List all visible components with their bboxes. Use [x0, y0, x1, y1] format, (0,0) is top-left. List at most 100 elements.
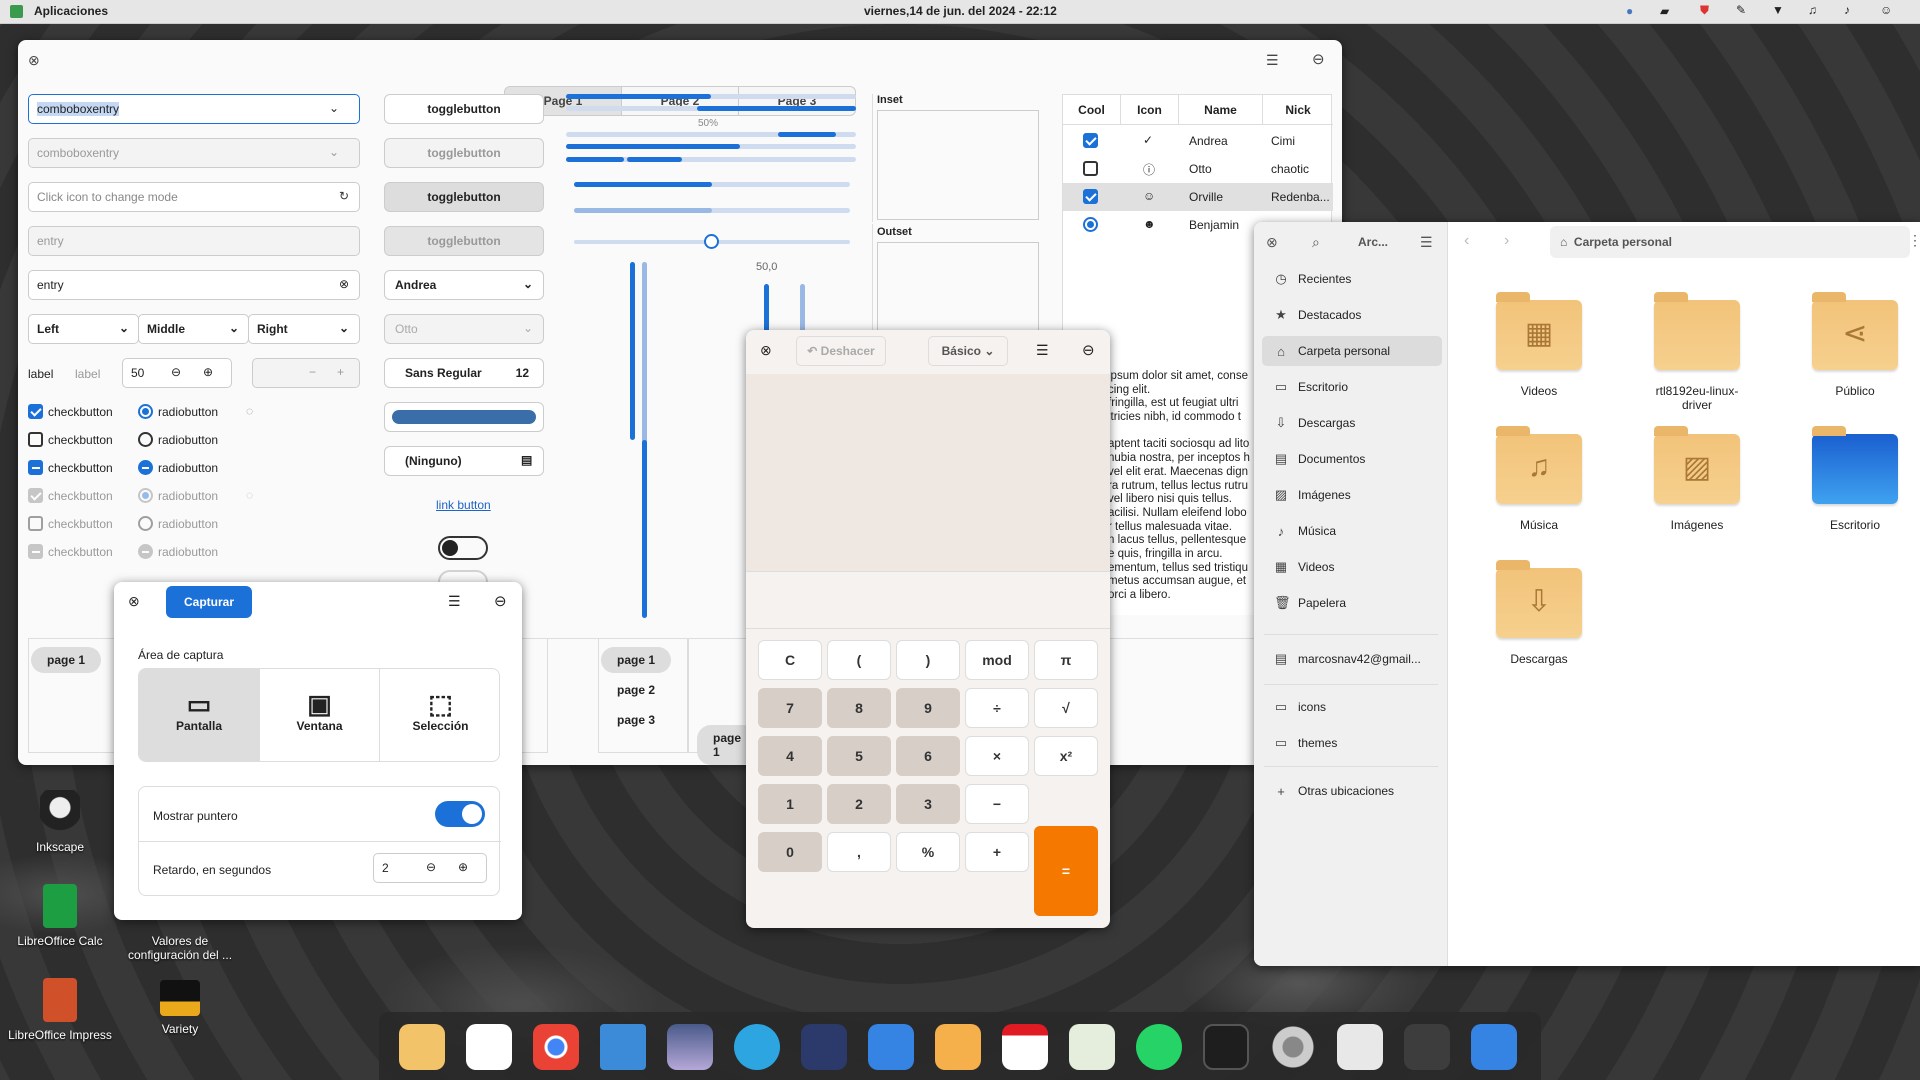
togglebutton-3[interactable]: togglebutton [384, 182, 544, 212]
tab-page-2[interactable]: Page 2 [621, 86, 739, 116]
calendar-dock-icon[interactable] [1002, 1024, 1048, 1070]
radiobutton-2[interactable]: radiobutton [138, 432, 218, 447]
folder-item[interactable]: ▨ Imágenes [1654, 426, 1740, 532]
close-icon[interactable]: ⊗ [1266, 234, 1278, 251]
calc-key[interactable]: + [965, 832, 1029, 872]
close-icon[interactable]: ⊗ [28, 52, 40, 69]
sidebar-item-other-locations[interactable]: + Otras ubicaciones [1262, 776, 1442, 806]
chrome-dock-icon[interactable] [533, 1024, 579, 1070]
radio-icon[interactable] [138, 460, 153, 475]
switch-off[interactable] [438, 536, 488, 560]
check-icon[interactable] [28, 460, 43, 475]
sidebar-item[interactable]: ▨ Imágenes [1262, 480, 1442, 510]
sidebar-item[interactable]: ▭ Escritorio [1262, 372, 1442, 402]
sidebar-item[interactable]: ♪ Música [1262, 516, 1442, 546]
check-icon[interactable] [1083, 189, 1098, 205]
tree-row[interactable]: ✓ Andrea Cimi [1063, 127, 1333, 155]
sidebar-item[interactable]: ⌂ Carpeta personal [1262, 336, 1442, 366]
clear-icon[interactable]: ⊗ [339, 277, 349, 291]
tray-globe-icon[interactable]: ● [1626, 4, 1633, 18]
calc-key[interactable]: 8 [827, 688, 891, 728]
plus-icon[interactable]: ⊕ [458, 860, 468, 874]
calc-key[interactable]: √ [1034, 688, 1098, 728]
vscale-3[interactable] [764, 284, 769, 334]
calc-key[interactable]: 3 [896, 784, 960, 824]
software-dock-icon[interactable] [466, 1024, 512, 1070]
combo-andrea[interactable]: Andrea ⌄ [384, 270, 544, 300]
desktop-icon-variety[interactable]: Variety [120, 980, 240, 1036]
vscale-2[interactable] [642, 262, 647, 618]
sidebar-item[interactable]: 🗑 Papelera [1262, 588, 1442, 618]
path-bar[interactable]: ⌂ Carpeta personal [1550, 226, 1910, 258]
bell-icon[interactable]: ♫ [1808, 3, 1817, 17]
apps-menu[interactable]: Aplicaciones [34, 4, 108, 18]
file-chooser-button[interactable]: (Ninguno) ▤ [384, 446, 544, 476]
minus-icon[interactable]: ⊖ [171, 365, 181, 379]
folder-item[interactable]: ⋖ Público [1812, 292, 1898, 398]
menu-icon[interactable]: ☰ [448, 593, 461, 610]
image-viewer-dock-icon[interactable] [667, 1024, 713, 1070]
refresh-icon[interactable]: ↻ [339, 189, 349, 203]
notebook-tab[interactable]: page 2 [601, 677, 671, 703]
mode-entry[interactable]: Click icon to change mode ↻ [28, 182, 360, 212]
sidebar-item-themes[interactable]: ▭ themes [1262, 728, 1442, 758]
tray-picker-icon[interactable]: ✎ [1736, 3, 1746, 17]
sidebar-item-account[interactable]: ▤ marcosnav42@gmail... [1262, 644, 1442, 674]
togglebutton-1[interactable]: togglebutton [384, 94, 544, 124]
desktop-icon-calc[interactable]: LibreOffice Calc [0, 884, 120, 948]
folder-item[interactable]: ⇩ Descargas [1496, 560, 1582, 666]
desktop-icon-settings[interactable]: Valores de configuración del ... [120, 934, 240, 962]
wifi-icon[interactable]: ▼ [1772, 3, 1784, 17]
calc-key[interactable]: 2 [827, 784, 891, 824]
minimize-icon[interactable]: ⊖ [1312, 50, 1325, 68]
search-icon[interactable]: ⌕ [1312, 234, 1320, 251]
scale-knob[interactable] [704, 234, 719, 249]
plus-icon[interactable]: ⊕ [203, 365, 213, 379]
check-icon[interactable] [1083, 133, 1098, 149]
delay-spin[interactable]: 2 ⊖ ⊕ [373, 853, 487, 883]
tray-shield-icon[interactable]: ⛊ [1700, 3, 1709, 18]
notebook-tab[interactable]: page 3 [601, 707, 671, 733]
desktop-icon-impress[interactable]: LibreOffice Impress [0, 978, 120, 1042]
scale-3[interactable] [574, 234, 850, 249]
minimize-icon[interactable]: ⊖ [1082, 341, 1095, 359]
mode-selector[interactable]: Básico ⌄ [928, 336, 1008, 366]
sidebar-item[interactable]: ◷ Recientes [1262, 264, 1442, 294]
radiobutton-3[interactable]: radiobutton [138, 460, 218, 475]
sidebar-item[interactable]: ▤ Documentos [1262, 444, 1442, 474]
clock[interactable]: viernes,14 de jun. del 2024 - 22:12 [864, 4, 1057, 18]
user-icon[interactable]: ☺ [1880, 3, 1892, 17]
close-icon[interactable]: ⊗ [760, 342, 772, 359]
folder-item[interactable]: ▦ Videos [1496, 292, 1582, 398]
calc-key[interactable]: ÷ [965, 688, 1029, 728]
calc-key[interactable]: , [827, 832, 891, 872]
notebook-tab[interactable]: page 1 [601, 647, 672, 673]
desktop-icon-inkscape[interactable]: Inkscape [0, 790, 120, 854]
sidebar-item[interactable]: ★ Destacados [1262, 300, 1442, 330]
settings-dock-icon[interactable] [1270, 1024, 1316, 1070]
calc-key[interactable]: ) [896, 640, 960, 680]
tweaks-dock-icon[interactable] [1337, 1024, 1383, 1070]
video-dock-icon[interactable] [801, 1024, 847, 1070]
tree-header-cool[interactable]: Cool [1063, 95, 1121, 125]
calc-key[interactable]: π [1034, 640, 1098, 680]
calc-key[interactable]: 1 [758, 784, 822, 824]
tree-header-name[interactable]: Name [1179, 95, 1263, 125]
menu-icon[interactable]: ☰ [1036, 342, 1049, 359]
mode-window[interactable]: ▣ Ventana [259, 669, 379, 761]
segment-left[interactable]: Left ⌄ [28, 314, 139, 344]
tree-header-nick[interactable]: Nick [1263, 95, 1333, 125]
telegram-dock-icon[interactable] [734, 1024, 780, 1070]
color-button[interactable] [384, 402, 544, 432]
comboboxentry-1[interactable]: comboboxentry ⌄ [28, 94, 360, 124]
entry-clearable[interactable]: entry ⊗ [28, 270, 360, 300]
mail-dock-icon[interactable] [935, 1024, 981, 1070]
chevron-down-icon[interactable]: ⌄ [329, 101, 339, 115]
tree-header-icon[interactable]: Icon [1121, 95, 1179, 125]
sidebar-item-icons[interactable]: ▭ icons [1262, 692, 1442, 722]
back-icon[interactable]: ‹ [1464, 232, 1469, 250]
screenshot-dock-icon[interactable] [600, 1024, 646, 1070]
text-view[interactable]: ipsum dolor sit amet, conse cing elit. fri… [1108, 370, 1278, 615]
mode-screen[interactable]: ▭ Pantalla [139, 669, 259, 761]
calc-key[interactable]: C [758, 640, 822, 680]
